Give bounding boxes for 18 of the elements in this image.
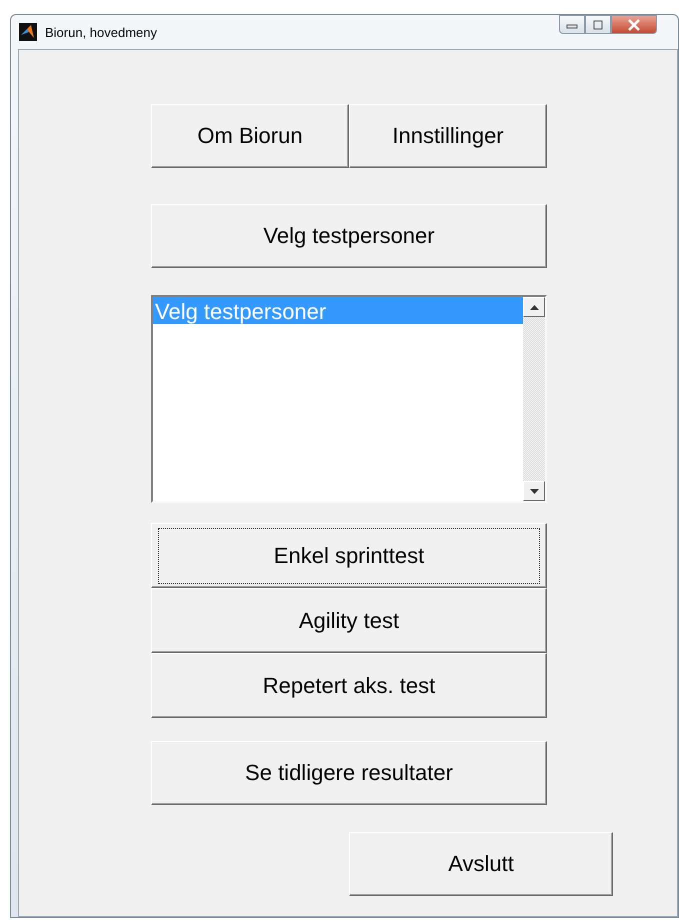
menu-button[interactable]: Innstillinger (349, 104, 547, 168)
minimize-button[interactable] (559, 15, 585, 34)
close-button[interactable] (611, 15, 657, 34)
close-icon[interactable] (627, 18, 641, 30)
scrollbar[interactable] (523, 297, 545, 501)
results-button[interactable]: Se tidligere resultater (151, 741, 547, 805)
window-title: Biorun, hovedmeny (45, 24, 158, 40)
test-button[interactable]: Agility test (151, 588, 547, 653)
app-icon (19, 23, 37, 41)
select-persons-button[interactable]: Velg testpersoner (151, 204, 547, 268)
scroll-down-icon[interactable] (530, 488, 538, 494)
test-button[interactable]: Enkel sprinttest (151, 523, 547, 588)
menu-button[interactable]: Om Biorun (151, 104, 349, 168)
maximize-button[interactable] (585, 15, 611, 34)
test-button[interactable]: Repetert aks. test (151, 653, 547, 718)
maximize-icon[interactable] (592, 20, 604, 30)
scroll-up-icon[interactable] (530, 304, 538, 310)
exit-button[interactable]: Avslutt (349, 832, 613, 896)
